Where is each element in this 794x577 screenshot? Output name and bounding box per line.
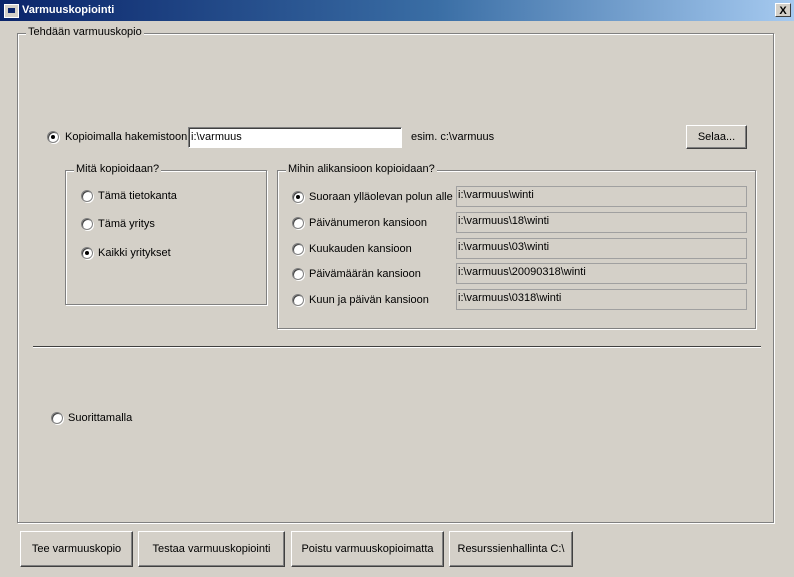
month-path: i:\varmuus\03\winti [456, 238, 747, 259]
day-number-path: i:\varmuus\18\winti [456, 212, 747, 233]
window-title: Varmuuskopiointi [22, 4, 115, 16]
direct-path-radio[interactable] [292, 191, 304, 203]
app-icon [4, 4, 19, 18]
make-backup-button[interactable]: Tee varmuuskopio [20, 531, 133, 567]
directory-example: esim. c:\varmuus [411, 131, 495, 143]
direct-path-label: Suoraan ylläolevan polun alle [309, 191, 453, 203]
browse-button-label: Selaa... [697, 131, 736, 143]
day-number-radio[interactable] [292, 217, 304, 229]
this-database-radio[interactable] [81, 190, 93, 202]
date-path: i:\varmuus\20090318\winti [456, 263, 747, 284]
this-company-label: Tämä yritys [98, 218, 155, 230]
what-to-copy-label: Mitä kopioidaan? [74, 163, 162, 175]
backup-group-label: Tehdään varmuuskopio [26, 26, 144, 38]
execute-label: Suorittamalla [68, 412, 133, 424]
exit-without-backup-button[interactable]: Poistu varmuuskopioimatta [291, 531, 444, 567]
all-companies-label: Kaikki yritykset [98, 247, 171, 259]
date-radio[interactable] [292, 268, 304, 280]
subfolder-group-label: Mihin alikansioon kopioidaan? [286, 163, 437, 175]
separator [33, 346, 761, 348]
direct-path-value: i:\varmuus\winti [456, 186, 747, 207]
explorer-label: Resurssienhallinta C:\ [457, 543, 565, 555]
test-backup-button[interactable]: Testaa varmuuskopiointi [138, 531, 285, 567]
month-day-label: Kuun ja päivän kansioon [309, 294, 429, 306]
directory-input[interactable]: i:\varmuus [188, 127, 402, 148]
day-number-label: Päivänumeron kansioon [309, 217, 428, 229]
month-label: Kuukauden kansioon [309, 243, 412, 255]
make-backup-label: Tee varmuuskopio [31, 543, 122, 555]
browse-button[interactable]: Selaa... [686, 125, 747, 149]
close-button[interactable]: X [775, 3, 791, 17]
title-bar: Varmuuskopiointi X [0, 0, 794, 21]
month-radio[interactable] [292, 243, 304, 255]
copy-to-directory-radio[interactable] [47, 131, 59, 143]
all-companies-radio[interactable] [81, 247, 93, 259]
month-day-path: i:\varmuus\0318\winti [456, 289, 747, 310]
exit-without-backup-label: Poistu varmuuskopioimatta [301, 543, 434, 555]
test-backup-label: Testaa varmuuskopiointi [152, 543, 271, 555]
execute-radio[interactable] [51, 412, 63, 424]
copy-to-directory-label: Kopioimalla hakemistoon [65, 131, 188, 143]
this-database-label: Tämä tietokanta [98, 190, 177, 202]
month-day-radio[interactable] [292, 294, 304, 306]
explorer-button[interactable]: Resurssienhallinta C:\ [449, 531, 573, 567]
date-label: Päivämäärän kansioon [309, 268, 421, 280]
this-company-radio[interactable] [81, 218, 93, 230]
